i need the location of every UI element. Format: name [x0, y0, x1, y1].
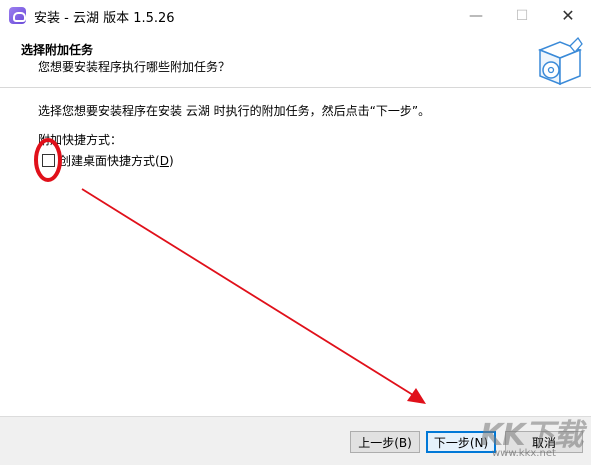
- wizard-header: 选择附加任务 您想要安装程序执行哪些附加任务？: [0, 31, 591, 87]
- cancel-button[interactable]: 取消: [505, 431, 583, 453]
- window-title: 安装 - 云湖 版本 1.5.26: [34, 11, 175, 26]
- install-box-icon: [537, 36, 583, 86]
- page-title: 选择附加任务: [21, 43, 94, 57]
- back-button[interactable]: 上一步(B): [350, 431, 420, 453]
- next-button[interactable]: 下一步(N): [426, 431, 496, 453]
- group-label: 附加快捷方式：: [38, 133, 123, 147]
- desktop-shortcut-checkbox[interactable]: [42, 153, 55, 167]
- minimize-button[interactable]: —: [453, 0, 499, 31]
- desktop-shortcut-label[interactable]: 创建桌面快捷方式(D): [59, 152, 174, 169]
- wizard-footer: 上一步(B) 下一步(N) 取消: [0, 416, 591, 465]
- title-bar: 安装 - 云湖 版本 1.5.26 — ☐ ✕: [0, 0, 591, 31]
- app-icon: [9, 7, 26, 24]
- desktop-shortcut-option[interactable]: 创建桌面快捷方式(D): [42, 152, 174, 168]
- pointer-arrow-line: [81, 188, 414, 396]
- maximize-button[interactable]: ☐: [499, 0, 545, 31]
- page-subtitle: 您想要安装程序执行哪些附加任务？: [38, 60, 231, 74]
- close-button[interactable]: ✕: [545, 0, 591, 31]
- pointer-arrowhead: [407, 388, 426, 404]
- header-divider: [0, 87, 591, 88]
- instructions-text: 选择您想要安装程序在安装 云湖 时执行的附加任务，然后点击“下一步”。: [38, 104, 431, 118]
